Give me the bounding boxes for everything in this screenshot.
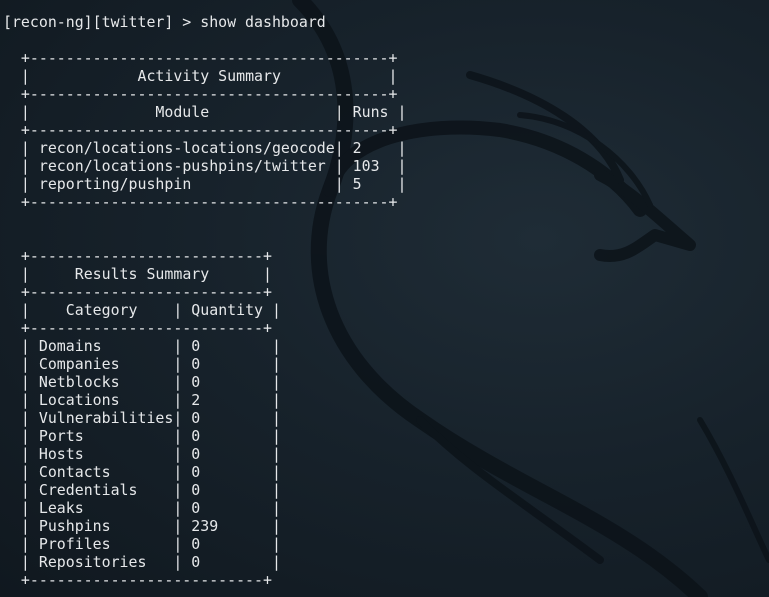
table-row: | Leaks | 0 |: [3, 499, 281, 517]
shell-prompt: [recon-ng][twitter] >: [3, 13, 192, 31]
table-row: | Ports | 0 |: [3, 427, 281, 445]
command-line: [recon-ng][twitter] > show dashboard: [3, 13, 406, 31]
terminal-output: [recon-ng][twitter] > show dashboard +--…: [3, 13, 406, 589]
table-border: +--------------------------+: [3, 571, 272, 589]
table-row: | Repositories | 0 |: [3, 553, 281, 571]
results-summary-table: +--------------------------+ | Results S…: [3, 247, 406, 589]
table-row: | Pushpins | 239 |: [3, 517, 281, 535]
table-row: | Profiles | 0 |: [3, 535, 281, 553]
table-row: | recon/locations-locations/geocode| 2 |: [3, 139, 407, 157]
table-header-row: | Category | Quantity |: [3, 301, 281, 319]
table-border: +---------------------------------------…: [3, 85, 398, 103]
table-row: | Contacts | 0 |: [3, 463, 281, 481]
table-title-row: | Activity Summary |: [3, 67, 398, 85]
table-title: Results Summary: [74, 265, 210, 283]
table-border: +---------------------------------------…: [3, 49, 398, 67]
table-row: | Domains | 0 |: [3, 337, 281, 355]
table-row: | reporting/pushpin | 5 |: [3, 175, 407, 193]
table-title-row: | Results Summary |: [3, 265, 272, 283]
table-row: | Netblocks | 0 |: [3, 373, 281, 391]
table-row: | Companies | 0 |: [3, 355, 281, 373]
command-text: show dashboard: [200, 13, 326, 31]
table-row: | Credentials | 0 |: [3, 481, 281, 499]
table-row: | Hosts | 0 |: [3, 445, 281, 463]
table-header-row: | Module | Runs |: [3, 103, 407, 121]
table-row: | Vulnerabilities| 0 |: [3, 409, 281, 427]
table-border: +--------------------------+: [3, 283, 272, 301]
table-title: Activity Summary: [137, 67, 281, 85]
table-row: | Locations | 2 |: [3, 391, 281, 409]
activity-summary-table: +---------------------------------------…: [3, 49, 407, 211]
table-row: | recon/locations-pushpins/twitter | 103…: [3, 157, 407, 175]
table-border: +--------------------------+: [3, 247, 272, 265]
table-border: +---------------------------------------…: [3, 121, 398, 139]
table-border: +---------------------------------------…: [3, 193, 398, 211]
table-border: +--------------------------+: [3, 319, 272, 337]
